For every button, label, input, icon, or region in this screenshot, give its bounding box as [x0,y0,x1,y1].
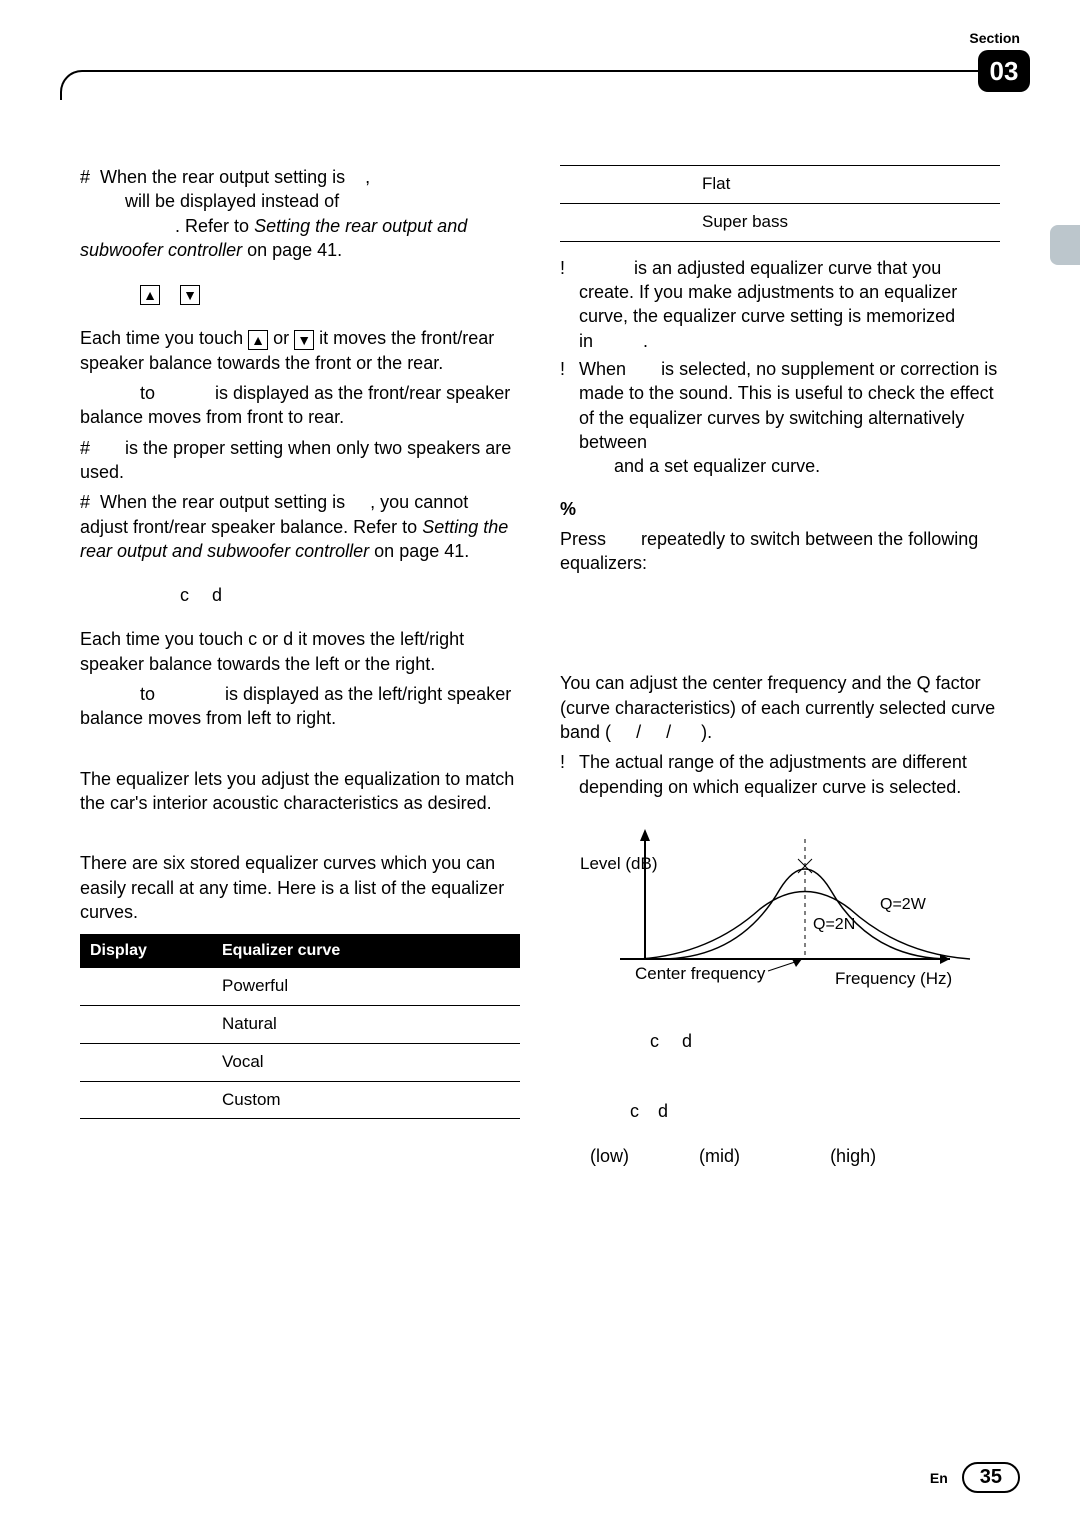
table-row: Super bass [560,203,1000,241]
touch-cd-text: Each time you touch c or d it moves the … [80,627,520,676]
rear-sw-note: # When the rear output setting is , you … [80,490,520,563]
up-arrow-icon[interactable]: ▲ [248,330,268,350]
equalizer-curve-table: Display Equalizer curve Powerful Natural… [80,934,520,1119]
up-arrow-icon[interactable]: ▲ [140,285,160,305]
table-row: Custom [80,1081,520,1119]
chart-center-label: Center frequency [635,964,766,983]
table-row: Flat [560,166,1000,204]
table-header-row: Display Equalizer curve [80,934,520,968]
flat-curve-note: ! When is selected, no supplement or cor… [560,357,1000,478]
table-row: Vocal [80,1043,520,1081]
down-arrow-icon[interactable]: ▼ [180,285,200,305]
side-thumb-tab [1050,225,1080,265]
two-speakers-note: # is the proper setting when only two sp… [80,436,520,485]
eq-intro-text: The equalizer lets you adjust the equali… [80,767,520,816]
th-display: Display [80,934,212,968]
low-mid-high-row: (low) (mid) (high) [560,1144,1000,1168]
page-footer: En 35 [930,1462,1020,1493]
touch-updown-text: Each time you touch ▲ or ▼ it moves the … [80,326,520,375]
qfactor-intro-text: You can adjust the center frequency and … [560,671,1000,744]
header-curve-rule [60,70,980,100]
footer-language: En [930,1470,948,1486]
qfactor-range-note: ! The actual range of the adjustments ar… [560,750,1000,799]
chart-freq-label: Frequency (Hz) [835,969,952,988]
section-label: Section [969,30,1020,46]
custom-curve-note: ! is an adjusted equalizer curve that yo… [560,256,1000,353]
footer-page-number: 35 [962,1462,1020,1493]
q-factor-chart: Level (dB) Center frequency Q=2N Q=2W Fr… [580,809,980,989]
cd-row-2: c d [560,1029,1000,1053]
page-columns: # When the rear output setting is , will… [80,165,1000,1449]
cd-row-3: c d [560,1099,1000,1123]
down-arrow-icon[interactable]: ▼ [294,330,314,350]
rear-output-note: # When the rear output setting is , will… [80,165,520,262]
section-number-badge: 03 [978,50,1030,92]
right-column: Flat Super bass ! is an adjusted equaliz… [560,165,1000,1449]
th-curve: Equalizer curve [212,934,520,968]
left-column: # When the rear output setting is , will… [80,165,520,1449]
cd-row: c d [80,583,520,607]
chart-level-label: Level (dB) [580,854,657,873]
eq-recall-text: There are six stored equalizer curves wh… [80,851,520,924]
table-row: Natural [80,1005,520,1043]
table-row: Powerful [80,968,520,1005]
chart-q2n-label: Q=2N [813,916,855,933]
arrow-icons-row: ▲ ▼ [80,282,520,306]
lr-range-text: to is displayed as the left/right speake… [80,682,520,731]
equalizer-curve-table-cont: Flat Super bass [560,165,1000,242]
fr-range-text: to is displayed as the front/rear speake… [80,381,520,430]
press-repeatedly-text: Press repeatedly to switch between the f… [560,527,1000,576]
chart-q2w-label: Q=2W [880,896,927,913]
percent-mark: % [560,497,1000,521]
